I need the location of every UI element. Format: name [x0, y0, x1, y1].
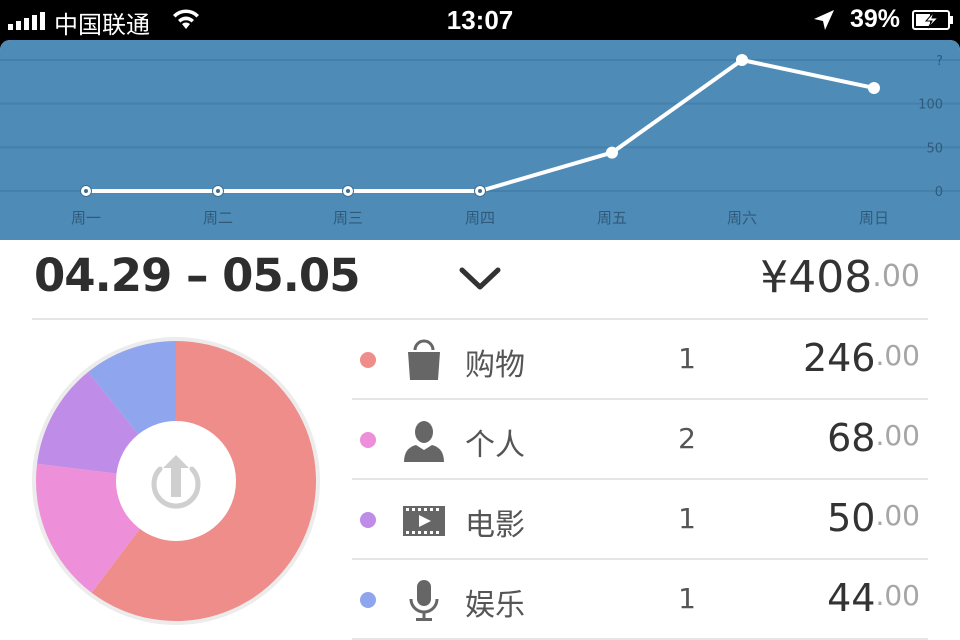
- total-decimal: .00: [872, 259, 920, 294]
- x-tick-label: 周三: [333, 209, 363, 227]
- x-tick-label: 周日: [859, 209, 889, 227]
- x-tick-label: 周四: [465, 209, 495, 227]
- category-color-dot: [360, 512, 376, 528]
- amount-decimal: .00: [875, 419, 920, 452]
- battery-percentage: 39%: [850, 5, 901, 33]
- category-name: 娱乐: [465, 588, 525, 623]
- category-amount: 44.00: [827, 576, 920, 620]
- weekly-total: ¥408.00: [760, 252, 920, 303]
- total-integer: 408: [788, 252, 873, 303]
- battery-charging-icon: [912, 10, 953, 30]
- category-count: 2: [678, 422, 696, 455]
- data-point-center: [84, 189, 88, 193]
- x-tick-label: 周二: [203, 209, 233, 227]
- y-tick-label: 50: [926, 141, 943, 156]
- data-point: [868, 81, 880, 94]
- amount-integer: 44: [827, 576, 876, 620]
- category-row-entertainment[interactable]: 娱乐 1 44.00: [352, 560, 928, 640]
- category-count: 1: [678, 342, 696, 375]
- category-amount: 246.00: [803, 336, 920, 380]
- amount-decimal: .00: [875, 339, 920, 372]
- location-arrow-icon: [814, 10, 834, 30]
- category-name: 电影: [465, 508, 525, 543]
- data-point-center: [216, 189, 220, 193]
- currency-symbol: ¥: [760, 252, 789, 303]
- data-point-center: [346, 189, 350, 193]
- amount-decimal: .00: [875, 579, 920, 612]
- category-amount: 50.00: [827, 496, 920, 540]
- category-color-dot: [360, 592, 376, 608]
- status-bar: 中国联通 13:07 39%: [0, 0, 960, 40]
- line-chart-svg: 0 50 100? 周一 周二 周三 周四 周五 周六 周日: [0, 54, 960, 227]
- category-count: 1: [678, 502, 696, 535]
- amount-integer: 50: [827, 496, 876, 540]
- amount-decimal: .00: [875, 499, 920, 532]
- microphone-icon: [409, 580, 439, 621]
- category-count: 1: [678, 582, 696, 615]
- x-tick-label: 周六: [727, 209, 757, 227]
- x-tick-label: 周一: [71, 209, 101, 227]
- category-name: 购物: [465, 348, 525, 383]
- chevron-down-icon[interactable]: [458, 266, 502, 292]
- y-tick-label: 0: [935, 185, 943, 200]
- weekly-spending-chart: 0 50 100? 周一 周二 周三 周四 周五 周六 周日: [0, 40, 960, 240]
- series-line: [86, 58, 875, 193]
- data-point: [606, 146, 618, 159]
- app-container: 0 50 100? 周一 周二 周三 周四 周五 周六 周日 04.29 – 05.05 ¥408…: [0, 40, 960, 640]
- date-range: 04.29 – 05.05: [34, 249, 361, 302]
- amount-integer: 68: [827, 416, 876, 460]
- category-amount: 68.00: [827, 416, 920, 460]
- category-name: 个人: [465, 428, 525, 463]
- category-row-movie[interactable]: 电影 1 50.00: [352, 480, 928, 560]
- export-button[interactable]: [116, 421, 236, 541]
- data-point-center: [478, 189, 482, 193]
- y-tick-label: 100: [918, 98, 943, 113]
- film-icon: [403, 506, 445, 536]
- y-tick-label: ?: [936, 54, 943, 69]
- category-color-dot: [360, 432, 376, 448]
- category-donut-chart: [32, 337, 320, 625]
- x-tick-label: 周五: [597, 209, 627, 227]
- data-point: [736, 54, 748, 66]
- shopping-bag-icon: [408, 339, 440, 380]
- category-row-shopping[interactable]: 购物 1 246.00: [352, 320, 928, 400]
- category-row-personal[interactable]: 个人 2 68.00: [352, 400, 928, 480]
- person-icon: [404, 421, 444, 462]
- amount-integer: 246: [802, 336, 876, 380]
- category-color-dot: [360, 352, 376, 368]
